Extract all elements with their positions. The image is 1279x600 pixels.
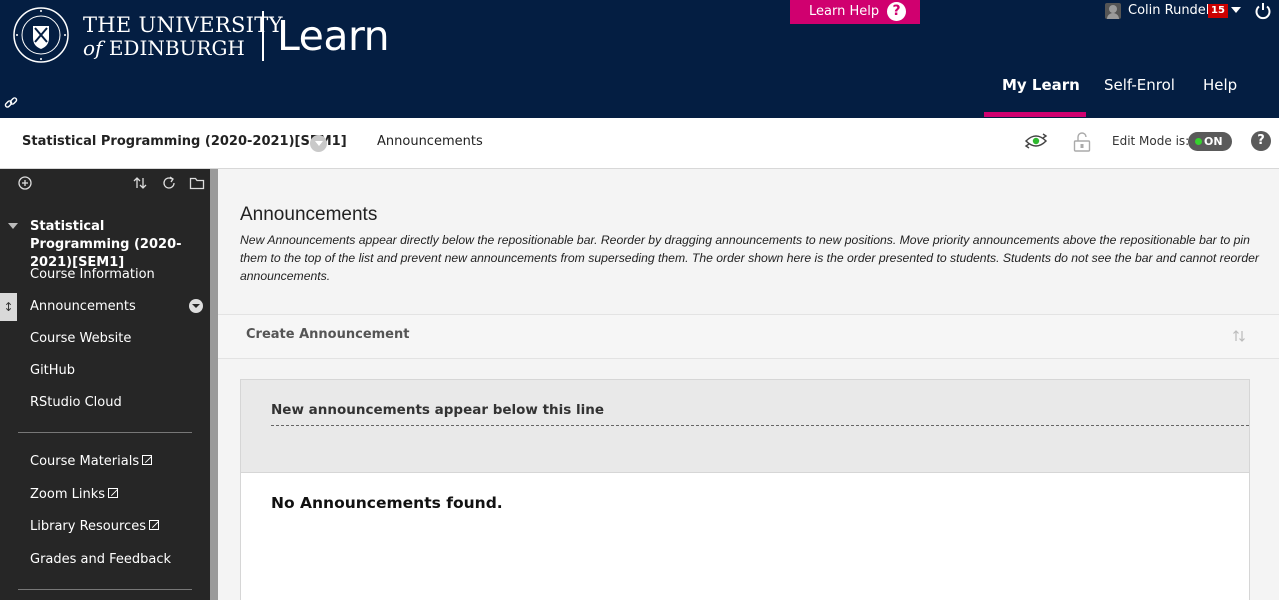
sidebar-divider [18,589,192,590]
sidebar-scrollbar[interactable] [210,169,218,600]
sidebar-item-course-materials[interactable]: Course Materials [30,454,153,469]
external-link-icon [148,520,159,530]
external-link-icon [108,488,119,498]
university-name-of: of [83,36,103,60]
active-nav-indicator [984,112,1086,117]
collapse-course-icon[interactable] [8,223,18,229]
learn-help-button[interactable]: Learn Help ? [790,0,920,24]
drag-handle-icon[interactable]: ↕ [0,293,17,321]
help-icon: ? [887,2,906,21]
sidebar-item-grades-and-feedback[interactable]: Grades and Feedback [30,552,171,567]
sidebar-item-announcements[interactable]: Announcements [30,299,136,314]
user-name-link[interactable]: Colin Rundel [1128,3,1209,18]
university-name[interactable]: THE UNIVERSITY of EDINBURGH [83,14,283,60]
university-name-edinburgh: EDINBURGH [108,36,245,60]
empty-state-message: No Announcements found. [271,494,503,512]
add-icon[interactable] [17,175,33,191]
lock-icon[interactable] [1072,131,1092,153]
breadcrumb: Statistical Programming (2020-2021)[SEM1… [0,118,1279,169]
sidebar-item-options-icon[interactable] [189,299,203,313]
sidebar-item-course-website[interactable]: Course Website [30,331,131,346]
learn-help-label: Learn Help [809,4,880,19]
sort-icon[interactable] [132,175,148,191]
nav-my-learn[interactable]: My Learn [1002,76,1080,94]
breadcrumb-current: Announcements [377,134,483,149]
avatar-icon[interactable] [1105,3,1121,19]
folder-icon[interactable] [189,175,205,191]
global-header: THE UNIVERSITY of EDINBURGH Learn Learn … [0,0,1279,118]
breadcrumb-menu-chevron-icon[interactable] [310,135,327,152]
nav-self-enrol[interactable]: Self-Enrol [1104,76,1175,94]
sidebar-item-label: Course Materials [30,454,140,469]
external-link-icon [142,455,153,465]
sidebar-item-zoom-links[interactable]: Zoom Links [30,487,119,502]
chevron-down-icon[interactable] [1231,7,1241,13]
page-help-icon[interactable]: ? [1251,131,1271,151]
sidebar-course-title[interactable]: Statistical Programming (2020-2021)[SEM1… [30,218,200,272]
nav-help[interactable]: Help [1203,76,1237,94]
announcements-list [240,472,1250,600]
sidebar-item-course-information[interactable]: Course Information [30,267,155,282]
repositionable-bar-label: New announcements appear below this line [271,402,605,418]
edit-mode-label: Edit Mode is: [1112,134,1190,148]
sidebar-item-label: Library Resources [30,519,146,534]
student-preview-eye-icon[interactable] [1023,130,1049,152]
sidebar-item-rstudio-cloud[interactable]: RStudio Cloud [30,395,122,410]
sidebar-item-github[interactable]: GitHub [30,363,75,378]
sidebar-divider [18,432,192,433]
power-icon[interactable] [1254,2,1272,20]
header-divider [262,11,264,61]
repositionable-bar-line [271,425,1249,426]
edit-mode-toggle[interactable]: ON [1188,132,1232,151]
refresh-icon[interactable] [161,175,177,191]
sidebar-item-library-resources[interactable]: Library Resources [30,519,159,534]
notification-badge[interactable]: 15 [1208,4,1228,18]
link-icon[interactable] [4,96,18,110]
reorder-icon[interactable] [1231,328,1247,344]
university-seal-icon [13,7,69,63]
breadcrumb-course[interactable]: Statistical Programming (2020-2021)[SEM1… [22,134,347,149]
page-title: Announcements [240,204,378,225]
repositionable-bar[interactable] [240,379,1250,473]
sidebar-item-label: Zoom Links [30,487,106,502]
page-description: New Announcements appear directly below … [240,233,1259,283]
create-announcement-button[interactable]: Create Announcement [246,327,409,342]
university-name-line1: THE UNIVERSITY [83,13,283,37]
app-title[interactable]: Learn [277,12,390,60]
university-name-line2: of EDINBURGH [83,37,283,60]
